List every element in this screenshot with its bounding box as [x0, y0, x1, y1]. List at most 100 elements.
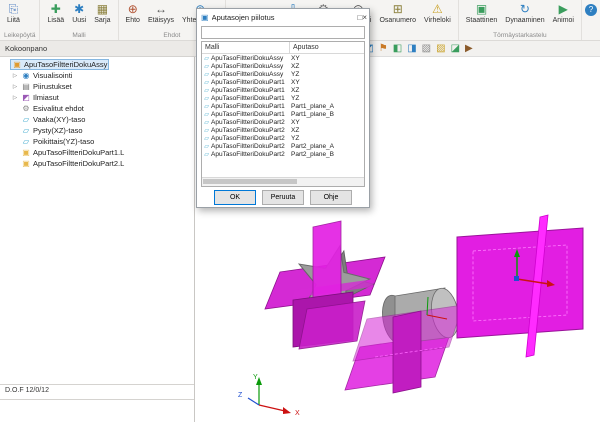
column-header-aputaso[interactable]: Aputaso: [290, 44, 364, 51]
tree-item[interactable]: ▱Poikittais(YZ)-taso: [0, 136, 194, 147]
ribbon-button-osanumero[interactable]: ⊞Osanumero: [376, 2, 419, 31]
ribbon-button-label: Etäisyys: [148, 17, 174, 25]
expander-icon[interactable]: ▷: [11, 84, 19, 90]
tree-item-label: ApuTasoFiltteriDokuAssy: [24, 60, 107, 69]
cell-aputaso: Part1_plane_B: [286, 111, 364, 118]
dialog-titlebar[interactable]: ▣ Aputasojen piilotus □×: [197, 9, 369, 25]
viewbar-icon-17[interactable]: ▧: [422, 43, 431, 55]
ribbon-button-dynaaminen[interactable]: ↻Dynaaminen: [502, 2, 547, 31]
ribbon-button-lisää[interactable]: ✚Lisää: [44, 2, 67, 31]
tree-item-label: Poikittais(YZ)-taso: [33, 137, 94, 146]
cell-aputaso: Part1_plane_A: [286, 103, 364, 110]
part-icon: ▣: [21, 159, 31, 169]
table-row[interactable]: ▱ApuTasoFiltteriDokuAssyXZ: [202, 62, 364, 70]
tree-item[interactable]: ▱Vaaka(XY)-taso: [0, 114, 194, 125]
tree-item-content[interactable]: ◩Ilmiasut: [19, 92, 61, 103]
expander-icon[interactable]: ▷: [11, 73, 19, 79]
filter-input[interactable]: [201, 26, 365, 39]
table-row[interactable]: ▱ApuTasoFiltteriDokuPart2XY: [202, 118, 364, 126]
table-row[interactable]: ▱ApuTasoFiltteriDokuPart1XY: [202, 78, 364, 86]
tree-item-content[interactable]: ▤Piirustukset: [19, 81, 74, 92]
ribbon-button-animoi[interactable]: ▶Animoi: [550, 2, 577, 31]
viewbar-icon-15[interactable]: ◧: [393, 43, 402, 55]
viewbar-icon-19[interactable]: ◪: [451, 43, 460, 55]
close-button[interactable]: ×: [362, 13, 367, 22]
sidebar-status-area: D.O.F 12/0/12: [0, 384, 194, 422]
cell-aputaso: XZ: [286, 87, 364, 94]
scrollbar-thumb[interactable]: [203, 179, 297, 184]
tree-item[interactable]: ▣ApuTasoFiltteriDokuPart2.L: [0, 158, 194, 169]
dialog-icon: ▣: [201, 13, 209, 22]
ok-button[interactable]: OK: [214, 190, 256, 205]
cell-malli: ApuTasoFiltteriDokuPart2: [211, 151, 286, 158]
plane-icon: ▱: [202, 103, 211, 110]
table-row[interactable]: ▱ApuTasoFiltteriDokuPart2Part2_plane_B: [202, 150, 364, 158]
ribbon-group-label: Malli: [44, 31, 113, 40]
table-row[interactable]: ▱ApuTasoFiltteriDokuAssyXY: [202, 54, 364, 62]
ribbon-button-label: Staattinen: [466, 17, 498, 25]
column-header-malli[interactable]: Malli: [202, 42, 290, 53]
constraint-icon: ⊕: [128, 2, 138, 16]
tree-item[interactable]: ▱Pysty(XZ)-taso: [0, 125, 194, 136]
tree-item-content[interactable]: ▱Vaaka(XY)-taso: [19, 114, 87, 125]
datum-plane[interactable]: [457, 228, 583, 338]
ribbon-button-label: Dynaaminen: [505, 17, 544, 25]
tree-item[interactable]: ▣ApuTasoFiltteriDokuPart1.L: [0, 147, 194, 158]
ribbon-button-uusi[interactable]: ✱Uusi: [69, 2, 89, 31]
axis-x: [259, 405, 285, 411]
ribbon-button-liitä[interactable]: ⎘Liitä: [4, 2, 23, 31]
table-row[interactable]: ▱ApuTasoFiltteriDokuPart1Part1_plane_B: [202, 110, 364, 118]
tree-item-content[interactable]: ▣ApuTasoFiltteriDokuAssy: [10, 59, 109, 70]
table-row[interactable]: ▱ApuTasoFiltteriDokuPart1Part1_plane_A: [202, 102, 364, 110]
tree-item[interactable]: ▷▤Piirustukset: [0, 81, 194, 92]
ribbon-button-sarja[interactable]: ▦Sarja: [91, 2, 113, 31]
viewbar-icon-16[interactable]: ◨: [407, 43, 416, 55]
series-icon: ▦: [97, 2, 108, 16]
viewbar-icon-18[interactable]: ▨: [436, 43, 445, 55]
tree-item-content[interactable]: ▣ApuTasoFiltteriDokuPart1.L: [19, 147, 126, 158]
table-row[interactable]: ▱ApuTasoFiltteriDokuPart2YZ: [202, 134, 364, 142]
tree-item-label: Esivalitut ehdot: [33, 104, 84, 113]
cancel-button[interactable]: Peruuta: [262, 190, 304, 205]
animate-icon: ▶: [559, 2, 568, 16]
tree-item-content[interactable]: ▣ApuTasoFiltteriDokuPart2.L: [19, 158, 126, 169]
help-button[interactable]: Ohje: [310, 190, 352, 205]
tree-item-content[interactable]: ⚙Esivalitut ehdot: [19, 103, 86, 114]
table-row[interactable]: ▱ApuTasoFiltteriDokuPart1YZ: [202, 94, 364, 102]
tree-item[interactable]: ▷◉Visualisointi: [0, 70, 194, 81]
tree-item[interactable]: ▣ApuTasoFiltteriDokuAssy: [0, 59, 194, 70]
datum-plane[interactable]: [393, 311, 421, 393]
viewbar-icon-20[interactable]: ▶: [465, 43, 473, 55]
tree-item-label: Piirustukset: [33, 82, 72, 91]
ribbon-group: ✚Lisää✱Uusi▦SarjaMalli: [40, 0, 118, 40]
appearance-icon: ◩: [21, 93, 31, 103]
axis-x-arrow: [283, 407, 291, 414]
ribbon-button-virheloki[interactable]: ⚠Virheloki: [421, 2, 454, 31]
drawings-icon: ▤: [21, 82, 31, 92]
tree-item-label: Visualisointi: [33, 71, 72, 80]
tree-item-content[interactable]: ▱Pysty(XZ)-taso: [19, 125, 85, 136]
add-icon: ✚: [51, 2, 61, 16]
dialog-title: Aputasojen piilotus: [212, 13, 358, 22]
table-header: Malli Aputaso: [202, 42, 364, 54]
tree-item-content[interactable]: ▱Poikittais(YZ)-taso: [19, 136, 96, 147]
ribbon-button-ehto[interactable]: ⊕Ehto: [123, 2, 143, 31]
tree-item-content[interactable]: ◉Visualisointi: [19, 70, 74, 81]
ribbon-button-etäisyys[interactable]: ↔Etäisyys: [145, 2, 177, 31]
table-row[interactable]: ▱ApuTasoFiltteriDokuPart2Part2_plane_A: [202, 142, 364, 150]
cell-aputaso: YZ: [286, 135, 364, 142]
cell-malli: ApuTasoFiltteriDokuAssy: [211, 55, 286, 62]
horizontal-scrollbar[interactable]: [202, 177, 364, 186]
tree-item[interactable]: ▷◩Ilmiasut: [0, 92, 194, 103]
ribbon-button-staattinen[interactable]: ▣Staattinen: [463, 2, 501, 31]
table-row[interactable]: ▱ApuTasoFiltteriDokuPart1XZ: [202, 86, 364, 94]
tree-item[interactable]: ⚙Esivalitut ehdot: [0, 103, 194, 114]
viewbar-icon-14[interactable]: ⚑: [379, 43, 388, 55]
ribbon-button-label: Animoi: [553, 17, 574, 25]
cell-malli: ApuTasoFiltteriDokuPart1: [211, 87, 286, 94]
paste-icon: ⎘: [9, 2, 19, 16]
table-row[interactable]: ▱ApuTasoFiltteriDokuAssyYZ: [202, 70, 364, 78]
expander-icon[interactable]: ▷: [11, 95, 19, 101]
help-icon[interactable]: ?: [585, 4, 597, 16]
table-row[interactable]: ▱ApuTasoFiltteriDokuPart2XZ: [202, 126, 364, 134]
